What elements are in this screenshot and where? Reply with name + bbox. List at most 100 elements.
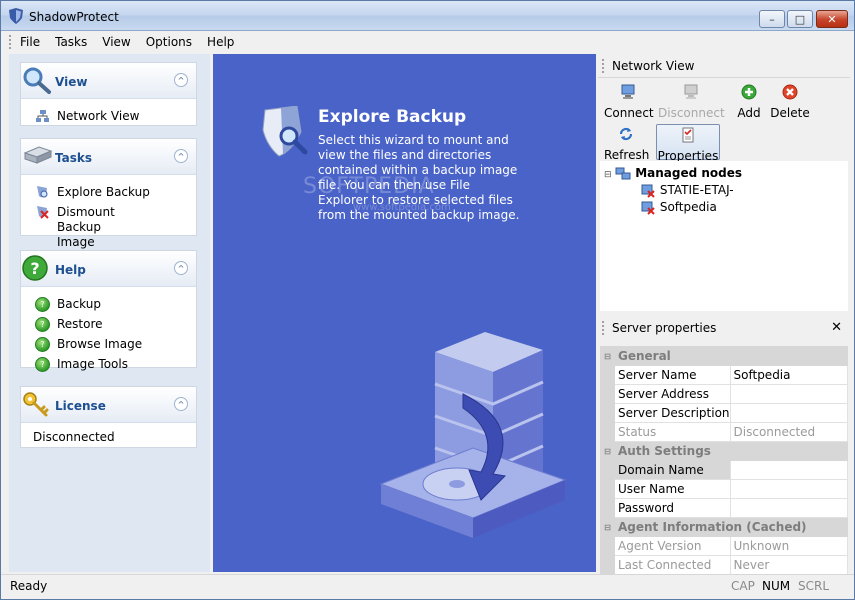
menu-tasks[interactable]: Tasks (55, 35, 87, 49)
help-bullet-icon: ? (35, 317, 50, 332)
cap-indicator: CAP (731, 579, 755, 593)
help-image-tools[interactable]: ? Image Tools (21, 357, 196, 372)
maximize-button[interactable]: □ (787, 10, 813, 28)
section-general[interactable]: ⊟ General (600, 346, 848, 366)
view-group-header[interactable]: View ^ (21, 63, 196, 99)
license-group-header[interactable]: License ^ (21, 387, 196, 423)
server-address-key: Server Address (614, 384, 731, 404)
status-bar: Ready CAP NUM SCRL (1, 574, 854, 599)
help-browse-image-label: Browse Image (57, 337, 143, 351)
help-group-title: Help (55, 263, 86, 277)
task-network-view[interactable]: Network View (21, 109, 196, 124)
refresh-button[interactable]: Refresh (604, 124, 650, 162)
section-agent-information[interactable]: ⊟ Agent Information (Cached) (600, 517, 848, 537)
watermark-url: www.softpedia.com (353, 202, 451, 213)
add-label: Add (737, 106, 761, 120)
server-properties-header: Server properties ✕ (598, 316, 850, 340)
row-password: Password (600, 498, 849, 518)
tasks-group-header[interactable]: Tasks ^ (21, 139, 196, 175)
collapse-chevron-icon[interactable]: ^ (174, 73, 188, 87)
add-button[interactable]: Add (736, 84, 762, 120)
help-restore[interactable]: ? Restore (21, 317, 196, 332)
collapse-chevron-icon[interactable]: ^ (174, 261, 188, 275)
section-collapse-icon[interactable]: ⊟ (600, 346, 615, 366)
menu-file[interactable]: File (20, 35, 40, 49)
minimize-button[interactable]: – (759, 10, 785, 28)
help-group-header[interactable]: ? Help ^ (21, 251, 196, 287)
pane-grip[interactable] (602, 321, 605, 335)
help-browse-image[interactable]: ? Browse Image (21, 337, 196, 352)
disconnected-server-icon (641, 201, 655, 215)
section-auth-settings[interactable]: ⊟ Auth Settings (600, 441, 848, 461)
tree-node-statie-etaj[interactable]: STATIE-ETAJ- (640, 183, 734, 198)
refresh-icon (619, 127, 633, 141)
close-button[interactable]: ✕ (816, 10, 848, 28)
server-address-value[interactable] (729, 384, 849, 404)
collapse-chevron-icon[interactable]: ^ (174, 149, 188, 163)
connect-button[interactable]: Connect (604, 84, 654, 120)
user-name-value[interactable] (729, 479, 849, 499)
network-view-title: Network View (612, 58, 695, 73)
computer-icon (621, 84, 635, 99)
tree-node-label: STATIE-ETAJ- (659, 183, 734, 197)
delete-button[interactable]: Delete (770, 84, 810, 120)
help-bullet-icon: ? (35, 297, 50, 312)
last-connected-key: Last Connected (614, 555, 731, 575)
row-status: Status Disconnected (600, 422, 849, 442)
collapse-chevron-icon[interactable]: ^ (174, 397, 188, 411)
explore-backup-shield-icon (262, 106, 308, 157)
main-window: ShadowProtect – □ ✕ File Tasks View Opti… (0, 0, 855, 600)
row-user-name: User Name (600, 479, 849, 499)
row-agent-version: Agent Version Unknown (600, 536, 849, 556)
status-text: Ready (10, 579, 48, 593)
task-pane: View ^ Network View Tasks ^ Explore Back… (9, 54, 210, 572)
server-description-key: Server Description (614, 403, 731, 423)
delete-label: Delete (770, 106, 810, 120)
tasks-group: Tasks ^ Explore Backup Dismount Backup I… (20, 138, 197, 249)
server-properties-pane: Server properties ✕ ⊟ General Server Nam… (598, 316, 850, 575)
row-last-connected: Last Connected Never (600, 555, 849, 575)
menu-bar: File Tasks View Options Help (1, 31, 854, 53)
section-collapse-icon[interactable]: ⊟ (600, 441, 615, 461)
close-icon: ✕ (827, 12, 837, 26)
network-icon (36, 110, 49, 122)
pane-grip[interactable] (602, 58, 605, 73)
view-group-title: View (55, 75, 88, 89)
license-group: License ^ Disconnected (20, 386, 197, 448)
wizard-title: Explore Backup (318, 107, 467, 127)
domain-name-value[interactable] (729, 460, 849, 480)
help-restore-label: Restore (57, 317, 103, 331)
password-value[interactable] (729, 498, 849, 518)
maximize-icon: □ (794, 12, 806, 26)
key-icon (23, 392, 49, 417)
help-backup[interactable]: ? Backup (21, 297, 196, 312)
menu-grip[interactable] (9, 35, 12, 49)
task-dismount-label: Dismount Backup Image (57, 205, 115, 249)
minimize-icon: – (769, 12, 775, 26)
svg-text:?: ? (30, 259, 39, 278)
task-explore-backup[interactable]: Explore Backup (21, 185, 196, 200)
disconnect-button[interactable]: Disconnect (658, 84, 725, 120)
menu-help[interactable]: Help (207, 35, 234, 49)
server-name-value[interactable]: Softpedia (729, 365, 849, 385)
tree-root-managed-nodes[interactable]: ⊟ Managed nodes (604, 166, 742, 181)
menu-view[interactable]: View (102, 35, 130, 49)
last-connected-value: Never (729, 555, 849, 575)
properties-button[interactable]: Properties (656, 124, 720, 163)
tree-node-softpedia[interactable]: Softpedia (640, 200, 717, 215)
num-indicator: NUM (762, 579, 791, 593)
help-bullet-icon: ? (35, 337, 50, 352)
section-collapse-icon[interactable]: ⊟ (600, 517, 615, 537)
row-domain-name: Domain Name (600, 460, 849, 480)
backup-server-illustration (379, 332, 567, 538)
close-properties-icon[interactable]: ✕ (831, 320, 842, 335)
tree-collapse-icon[interactable]: ⊟ (604, 170, 612, 180)
task-dismount-backup-image[interactable]: Dismount Backup Image (21, 205, 141, 250)
refresh-label: Refresh (604, 148, 650, 162)
menu-options[interactable]: Options (146, 35, 192, 49)
disk-drive-icon (23, 146, 53, 164)
connect-label: Connect (604, 106, 654, 120)
disconnected-server-icon (641, 184, 655, 198)
row-server-address: Server Address (600, 384, 849, 404)
server-description-value[interactable] (729, 403, 849, 423)
